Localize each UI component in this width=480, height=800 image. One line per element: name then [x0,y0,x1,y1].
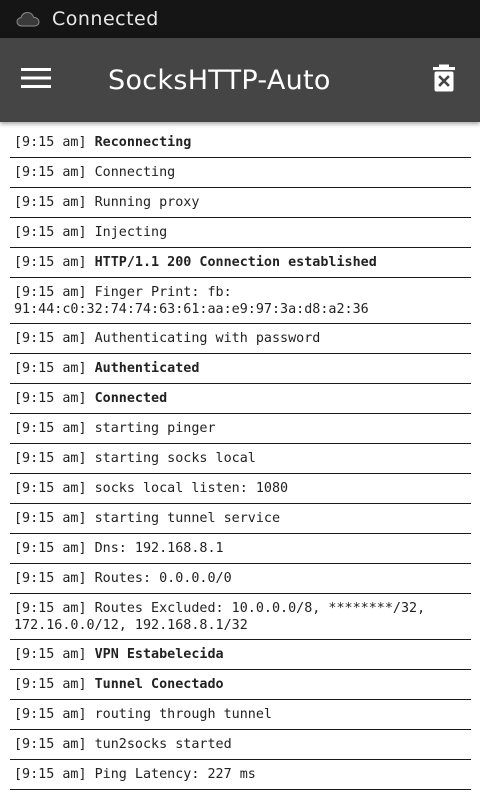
log-timestamp: [9:15 am] [14,481,87,496]
log-message: socks local listen: 1080 [94,481,289,496]
log-message: Authenticating with password [94,331,321,346]
log-message: Connecting [94,165,176,180]
log-entry: [9:15 am] HTTP/1.1 200 Connection establ… [10,248,471,278]
log-entry: [9:15 am] starting tunnel service [10,504,471,534]
menu-button[interactable] [0,38,72,122]
log-entry: [9:15 am] Routes: 0.0.0.0/0 [10,564,471,594]
log-message: Dns: 192.168.8.1 [94,541,224,556]
log-message: starting socks local [94,451,256,466]
log-entry: [9:15 am] Routes Excluded: 10.0.0.0/8, *… [10,594,471,640]
trash-clear-icon [432,64,456,96]
log-message: starting tunnel service [94,511,281,526]
cloud-icon [16,11,40,27]
log-entry: [9:15 am] Authenticating with password [10,324,471,354]
log-entry: [9:15 am] Reconnecting [10,128,471,158]
log-timestamp: [9:15 am] [14,571,87,586]
log-timestamp: [9:15 am] [14,601,87,616]
hamburger-menu-icon [21,67,51,93]
log-message: Reconnecting [94,135,192,150]
log-timestamp: [9:15 am] [14,255,87,270]
log-entry: [9:15 am] starting socks local [10,444,471,474]
log-message: tun2socks started [94,737,232,752]
log-list[interactable]: [9:15 am] Reconnecting [9:15 am] Connecti… [10,128,471,796]
log-message: HTTP/1.1 200 Connection established [94,255,377,270]
log-timestamp: [9:15 am] [14,391,87,406]
log-entry: [9:15 am] Authenticated [10,354,471,384]
log-timestamp: [9:15 am] [14,225,87,240]
log-entry: [9:15 am] tun2socks started [10,730,471,760]
log-message: Authenticated [94,361,200,376]
app-title: SocksHTTP-Auto [108,64,331,96]
log-message: Tunnel Conectado [94,677,224,692]
clear-log-button[interactable] [428,64,460,96]
log-entry: [9:15 am] Dns: 192.168.8.1 [10,534,471,564]
log-timestamp: [9:15 am] [14,451,87,466]
log-timestamp: [9:15 am] [14,767,87,782]
log-timestamp: [9:15 am] [14,331,87,346]
log-entry: [9:15 am] Finger Print: fb: 91:44:c0:32:… [10,278,471,324]
log-timestamp: [9:15 am] [14,677,87,692]
log-entry: [9:15 am] starting pinger [10,414,471,444]
log-timestamp: [9:15 am] [14,135,87,150]
log-timestamp: [9:15 am] [14,195,87,210]
log-entry: [9:15 am] socks local listen: 1080 [10,474,471,504]
connection-status-text: Connected [52,8,159,30]
log-message: starting pinger [94,421,216,436]
log-timestamp: [9:15 am] [14,647,87,662]
log-message: Routes: 0.0.0.0/0 [94,571,232,586]
log-timestamp: [9:15 am] [14,421,87,436]
log-message: VPN Estabelecida [94,647,224,662]
log-message: Ping Latency: 227 ms [94,767,256,782]
log-message: Running proxy [94,195,200,210]
log-entry: [9:15 am] Ping Latency: 227 ms [10,760,471,790]
log-entry: [9:15 am] Running proxy [10,188,471,218]
log-timestamp: [9:15 am] [14,165,87,180]
log-entry: [9:15 am] routing through tunnel [10,700,471,730]
log-timestamp: [9:15 am] [14,285,87,300]
app-toolbar: SocksHTTP-Auto [0,38,480,122]
log-timestamp: [9:15 am] [14,361,87,376]
log-message: Injecting [94,225,168,240]
status-bar: Connected [0,0,480,38]
log-message: routing through tunnel [94,707,272,722]
log-entry: [9:15 am] VPN Estabelecida [10,640,471,670]
log-timestamp: [9:15 am] [14,737,87,752]
log-entry: [9:15 am] Connected [10,384,471,414]
log-entry: [9:15 am] Connecting [10,158,471,188]
log-entry: [9:15 am] Tunnel Conectado [10,670,471,700]
log-entry: [9:15 am] Injecting [10,218,471,248]
log-timestamp: [9:15 am] [14,511,87,526]
log-timestamp: [9:15 am] [14,707,87,722]
log-timestamp: [9:15 am] [14,541,87,556]
log-message: Connected [94,391,168,406]
